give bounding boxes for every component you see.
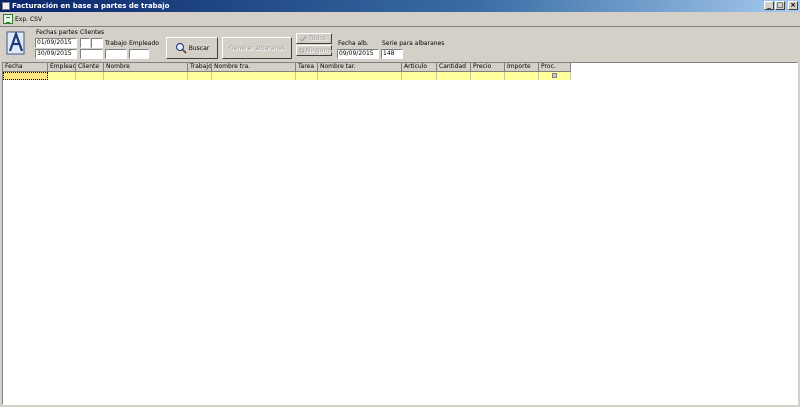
col-header-tarea[interactable]: Tarea [296, 63, 318, 72]
col-header-importe[interactable]: Importe [505, 63, 539, 72]
title-bar: Facturación en base a partes de trabajo … [0, 0, 800, 12]
csv-export-icon [3, 14, 13, 24]
search-icon [175, 42, 187, 54]
window-title: Facturación en base a partes de trabajo [12, 2, 170, 10]
export-csv-label: Exp. CSV [15, 15, 43, 23]
export-csv-button[interactable]: Exp. CSV [3, 13, 42, 25]
empleado-label: Empleado [129, 40, 159, 47]
logo-icon [6, 31, 25, 55]
cell-fecha[interactable] [3, 72, 48, 80]
col-header-nombre-tar[interactable]: Nombre tar. [318, 63, 402, 72]
table-row[interactable] [3, 72, 571, 80]
cliente-nombre-input[interactable] [80, 49, 103, 59]
col-header-cliente[interactable]: Cliente [76, 63, 104, 72]
close-button[interactable]: × [788, 1, 798, 10]
cell-nombre[interactable] [104, 72, 188, 80]
buscar-label: Buscar [188, 44, 210, 52]
ninguno-label: Ninguno [305, 47, 331, 54]
cell-nombre-tar[interactable] [318, 72, 402, 80]
cell-cantidad[interactable] [437, 72, 471, 80]
cell-empleado[interactable] [48, 72, 76, 80]
col-header-precio[interactable]: Precio [471, 63, 505, 72]
fecha-desde-input[interactable]: 01/09/2015 [35, 38, 77, 48]
fecha-hasta-input[interactable]: 30/09/2015 [35, 49, 77, 59]
cell-tarea[interactable] [296, 72, 318, 80]
todos-label: Todos [309, 35, 326, 42]
col-header-proc[interactable]: Proc. [539, 63, 571, 72]
cell-articulo[interactable] [402, 72, 437, 80]
cell-trabajo[interactable] [188, 72, 212, 80]
uncheck-all-icon [299, 48, 304, 53]
fecha-albaran-input[interactable]: 09/09/2015 [337, 49, 379, 59]
cliente-hasta-input[interactable] [91, 38, 103, 48]
col-header-nombre[interactable]: Nombre [104, 63, 188, 72]
col-header-fecha[interactable]: Fecha [3, 63, 48, 72]
empleado-input[interactable] [129, 49, 149, 59]
clientes-label: Clientes [80, 29, 105, 36]
cell-nombre-tra[interactable] [212, 72, 296, 80]
maximize-button[interactable]: □ [775, 1, 785, 10]
menu-bar: Exp. CSV [0, 12, 800, 27]
fecha-albaran-label: Fecha alb. [338, 40, 369, 47]
minimize-button[interactable]: _ [764, 1, 774, 10]
generar-albaranes-button[interactable]: Generar albaranes [222, 37, 292, 59]
col-header-trabajo[interactable]: Trabajo [188, 63, 212, 72]
trabajo-input[interactable] [105, 49, 127, 59]
todos-button[interactable]: Todos [296, 33, 332, 44]
cell-precio[interactable] [471, 72, 505, 80]
cell-proc[interactable] [539, 72, 571, 80]
cliente-desde-input[interactable] [80, 38, 90, 48]
check-all-icon [299, 35, 307, 42]
trabajo-label: Trabajo [105, 40, 127, 47]
col-header-nombre-tra[interactable]: Nombre tra. [212, 63, 296, 72]
serie-albaranes-input[interactable]: 148 [381, 49, 403, 59]
cell-importe[interactable] [505, 72, 539, 80]
partes-grid[interactable]: Fecha Empleado Cliente Nombre Trabajo No… [2, 62, 798, 405]
col-header-empleado[interactable]: Empleado [48, 63, 76, 72]
serie-albaranes-label: Serie para albaranes [382, 40, 445, 47]
col-header-cantidad[interactable]: Cantidad [437, 63, 471, 72]
col-header-articulo[interactable]: Artículo [402, 63, 437, 72]
buscar-button[interactable]: Buscar [166, 37, 218, 59]
cell-cliente[interactable] [76, 72, 104, 80]
fechas-partes-label: Fechas partes [36, 29, 78, 36]
generar-albaranes-label: Generar albaranes [229, 44, 285, 52]
proc-checkbox[interactable] [552, 73, 557, 78]
app-icon [2, 2, 10, 10]
ninguno-button[interactable]: Ninguno [296, 45, 332, 56]
filter-toolbar: Fechas partes 01/09/2015 30/09/2015 Clie… [0, 27, 800, 62]
